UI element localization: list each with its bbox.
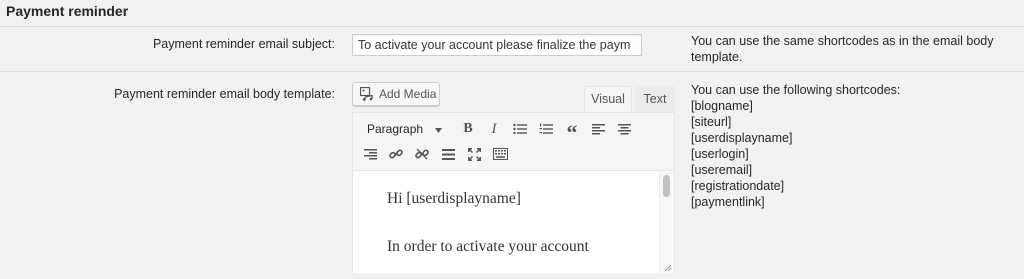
resize-handle-icon[interactable]	[662, 260, 672, 272]
blockquote-icon: “	[566, 120, 578, 145]
link-icon	[389, 149, 403, 159]
bullet-list-button[interactable]	[507, 118, 533, 140]
format-select[interactable]: Paragraph	[357, 118, 449, 140]
bullet-list-icon	[513, 123, 527, 135]
chevron-down-icon	[435, 122, 442, 136]
fullscreen-button[interactable]	[461, 143, 487, 165]
align-left-button[interactable]	[585, 118, 611, 140]
scrollbar-thumb[interactable]	[663, 175, 670, 197]
align-right-icon	[363, 148, 377, 159]
numbered-list-button[interactable]	[533, 118, 559, 140]
add-media-button[interactable]: Add Media	[352, 82, 440, 106]
blockquote-button[interactable]: “	[559, 118, 585, 145]
unlink-icon	[415, 148, 429, 160]
italic-button[interactable]: I	[481, 118, 507, 140]
add-media-label: Add Media	[379, 87, 437, 101]
editor: Paragraph B I “ Hi [userdisplayname] In …	[352, 112, 675, 273]
align-center-button[interactable]	[611, 118, 637, 140]
content-line: In order to activate your account	[387, 238, 589, 255]
shortcode: [paymentlink]	[691, 195, 765, 209]
toolbar-row-2	[357, 143, 513, 165]
shortcode: [userdisplayname]	[691, 131, 793, 145]
media-icon	[359, 86, 374, 101]
body-hint: You can use the following shortcodes: [b…	[691, 82, 900, 210]
content-scrollbar[interactable]	[659, 171, 674, 273]
unlink-button[interactable]	[409, 143, 435, 165]
toolbar-toggle-icon	[492, 148, 508, 160]
content-line: Hi [userdisplayname]	[387, 190, 521, 207]
tab-visual[interactable]: Visual	[584, 86, 632, 112]
read-more-icon	[441, 148, 455, 160]
content-text: Hi [userdisplayname] In order to activat…	[387, 187, 647, 273]
section-title: Payment reminder	[6, 3, 129, 19]
toolbar-toggle-button[interactable]	[487, 143, 513, 165]
title-divider	[0, 26, 1024, 27]
toolbar-row-1: Paragraph B I “	[357, 118, 637, 145]
align-left-icon	[591, 123, 605, 134]
tab-text[interactable]: Text	[635, 86, 675, 112]
bold-icon: B	[463, 121, 473, 136]
shortcode: [blogname]	[691, 99, 753, 113]
shortcodes-heading: You can use the following shortcodes:	[691, 83, 901, 97]
numbered-list-icon	[539, 123, 553, 134]
subject-label: Payment reminder email subject:	[152, 37, 335, 51]
bold-button[interactable]: B	[455, 118, 481, 140]
body-label: Payment reminder email body template:	[114, 87, 335, 101]
shortcode: [siteurl]	[691, 115, 732, 129]
subject-input[interactable]: To activate your account please finalize…	[352, 34, 642, 56]
align-right-button[interactable]	[357, 143, 383, 165]
shortcode: [userlogin]	[691, 147, 749, 161]
link-button[interactable]	[383, 143, 409, 165]
italic-icon: I	[491, 120, 497, 137]
content-area[interactable]: Hi [userdisplayname] In order to activat…	[353, 170, 674, 273]
format-select-value: Paragraph	[367, 122, 424, 136]
row-divider	[0, 71, 1024, 72]
fullscreen-icon	[467, 147, 481, 161]
subject-hint: You can use the same shortcodes as in th…	[691, 34, 994, 64]
shortcode: [registrationdate]	[691, 179, 785, 193]
read-more-button[interactable]	[435, 143, 461, 165]
align-center-icon	[617, 123, 631, 134]
shortcode: [useremail]	[691, 163, 753, 177]
